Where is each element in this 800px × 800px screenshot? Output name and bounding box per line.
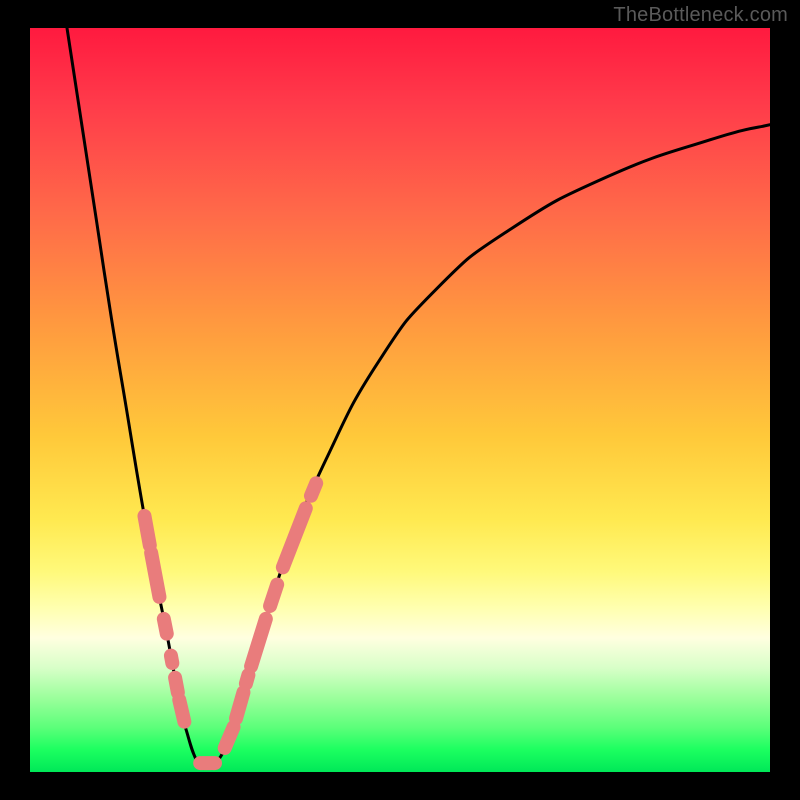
bead-segment <box>270 584 277 605</box>
curve-beads <box>144 483 316 763</box>
watermark-text: TheBottleneck.com <box>613 4 788 27</box>
bead-segment <box>179 700 184 722</box>
bead-segment <box>151 553 159 597</box>
bead-segment <box>144 516 149 545</box>
chart-frame: TheBottleneck.com <box>0 0 800 800</box>
bead-segment <box>251 619 266 667</box>
chart-overlay <box>30 28 770 772</box>
bead-segment <box>225 727 234 748</box>
bead-segment <box>164 619 167 634</box>
bead-segment <box>246 675 248 684</box>
bead-segment <box>171 656 172 663</box>
bead-segment <box>236 692 243 718</box>
bead-segment <box>283 508 306 567</box>
bead-segment <box>175 678 178 693</box>
bead-segment <box>311 483 316 496</box>
